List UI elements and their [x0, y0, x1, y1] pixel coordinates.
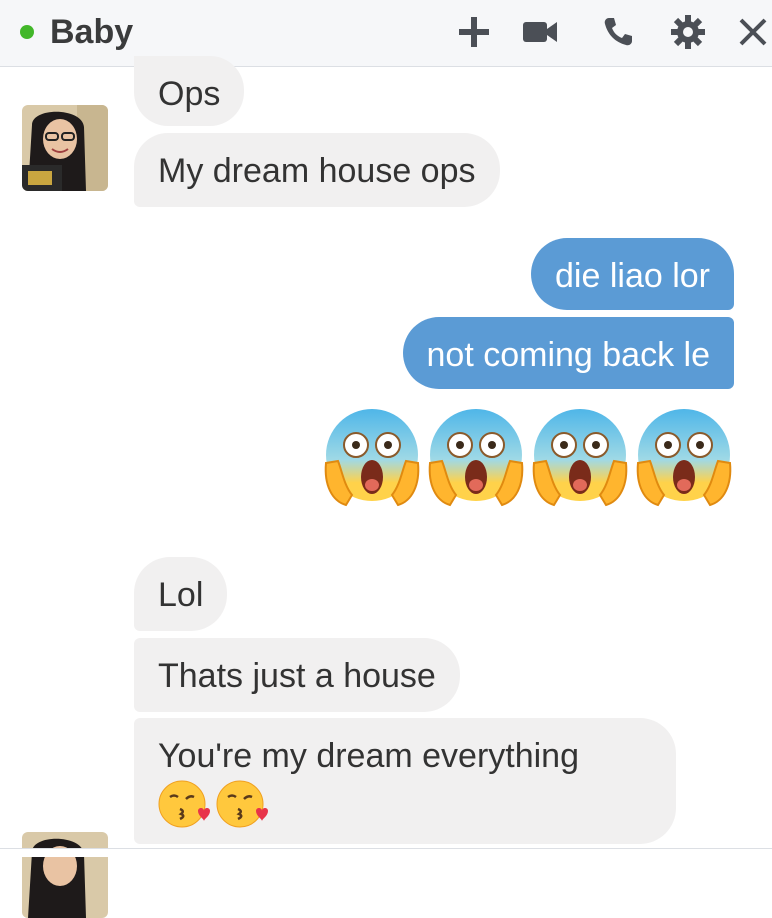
- contact-avatar[interactable]: [22, 105, 108, 191]
- message-text: Lol: [158, 576, 204, 614]
- chat-header: Baby: [0, 0, 772, 67]
- emoji-group: [158, 779, 652, 829]
- message-bubble-incoming[interactable]: My dream house ops: [134, 133, 500, 207]
- screaming-face-emoji: [324, 409, 420, 507]
- message-bubble-incoming[interactable]: Ops: [134, 56, 245, 126]
- message-text: die liao lor: [555, 257, 710, 295]
- phone-icon[interactable]: [596, 12, 640, 52]
- message-text: My dream house ops: [158, 152, 476, 190]
- close-icon[interactable]: [734, 12, 772, 52]
- message-text: Ops: [158, 75, 221, 113]
- emoji-message[interactable]: [322, 405, 734, 509]
- kissing-heart-emoji: [158, 780, 210, 828]
- screaming-face-emoji: [636, 409, 732, 507]
- message-bubble-incoming[interactable]: Lol: [134, 557, 228, 631]
- message-bubble-incoming[interactable]: Thats just a house: [134, 638, 460, 712]
- contact-name[interactable]: Baby: [50, 10, 133, 54]
- message-text: You're my dream everything: [158, 737, 579, 775]
- message-bubble-incoming[interactable]: You're my dream everything: [134, 718, 676, 844]
- video-camera-icon[interactable]: [518, 12, 562, 52]
- gear-icon[interactable]: [666, 12, 710, 52]
- screaming-face-emoji: [532, 409, 628, 507]
- message-text: not coming back le: [426, 336, 711, 374]
- message-bubble-outgoing[interactable]: not coming back le: [402, 317, 734, 389]
- plus-icon[interactable]: [452, 12, 496, 52]
- message-text: Thats just a house: [158, 657, 436, 695]
- contact-avatar[interactable]: [22, 832, 108, 918]
- message-bubble-outgoing[interactable]: die liao lor: [531, 238, 734, 310]
- kissing-heart-emoji: [216, 780, 268, 828]
- screaming-face-emoji: [428, 409, 524, 507]
- online-status-dot: [20, 25, 34, 39]
